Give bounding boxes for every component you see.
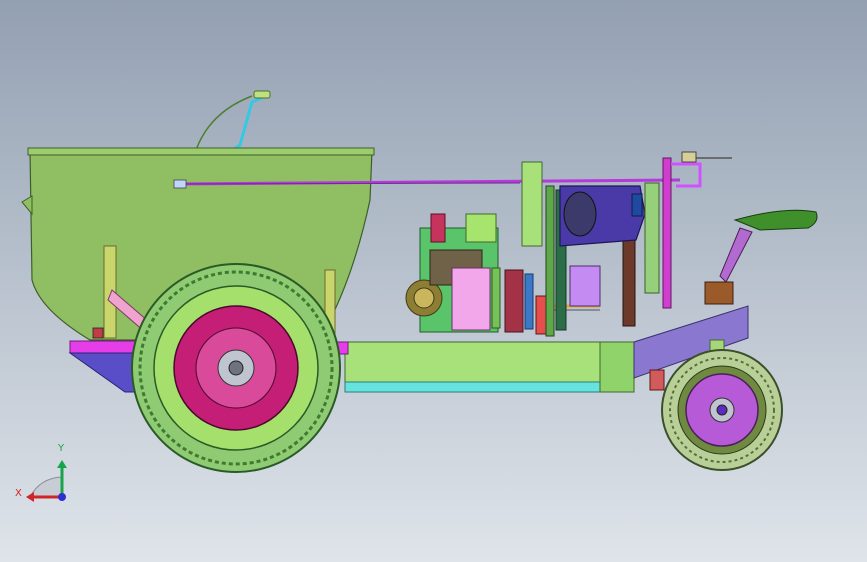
axis-x-label: X <box>15 488 22 499</box>
coordinate-triad-icon <box>26 460 67 502</box>
rear-wheel <box>131 263 341 473</box>
machine-model[interactable] <box>0 0 867 562</box>
axis-y-label: Y <box>58 443 65 454</box>
cad-viewport[interactable]: Y X <box>0 0 867 562</box>
front-wheel <box>661 349 783 471</box>
seat <box>704 209 818 305</box>
